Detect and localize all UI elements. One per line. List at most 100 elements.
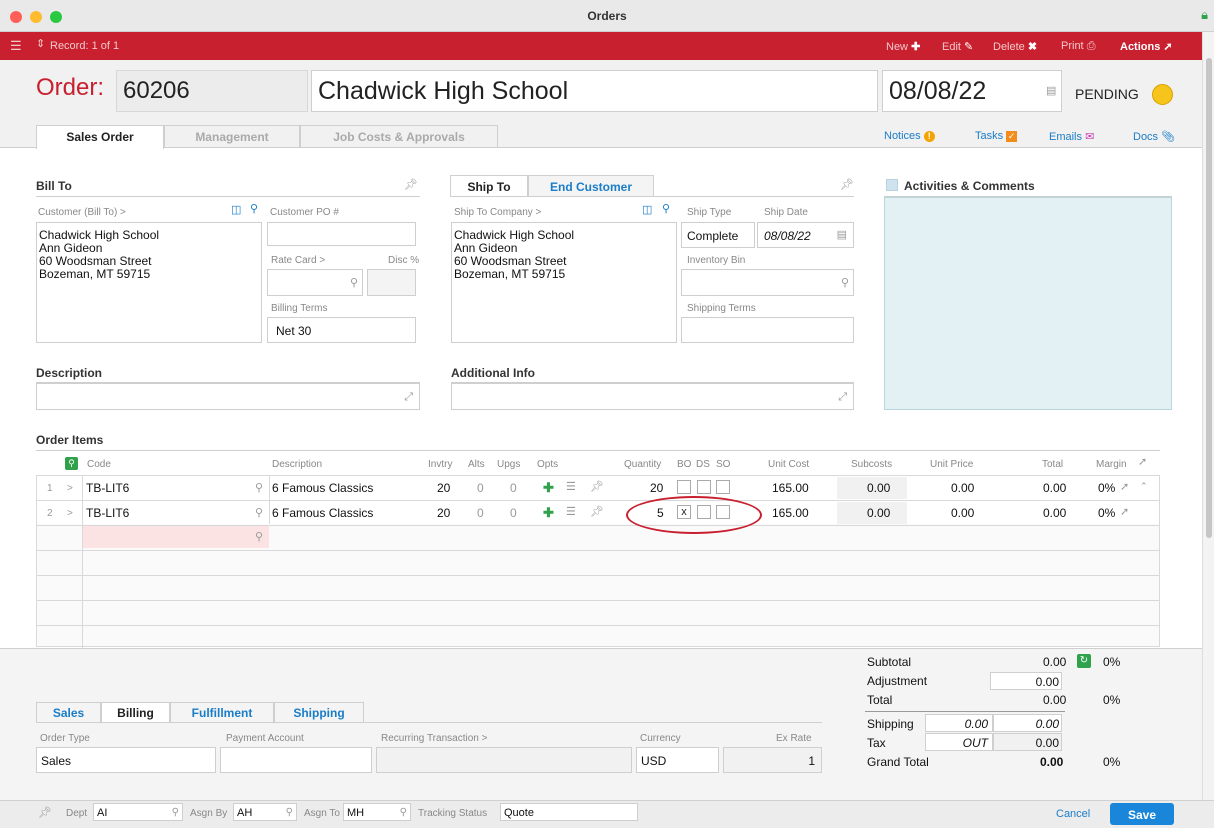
rate-card-label[interactable]: Rate Card > xyxy=(271,255,325,266)
search-icon[interactable]: ⚲ xyxy=(255,483,263,494)
status-indicator-icon[interactable] xyxy=(1152,84,1173,105)
scrollbar-thumb[interactable] xyxy=(1206,58,1212,538)
table-row[interactable]: 2 > TB-LIT6 ⚲ 6 Famous Classics 20 0 0 ✚… xyxy=(0,501,1202,525)
new-item-code-field[interactable]: ⚲ xyxy=(83,526,269,548)
save-button[interactable]: Save xyxy=(1110,803,1174,825)
search-icon[interactable]: ⚲ xyxy=(255,532,263,543)
dept-field[interactable]: AI ⚲ xyxy=(93,803,183,821)
tasks-link[interactable]: Tasks ✓ xyxy=(975,130,1018,142)
add-option-icon[interactable]: ✚ xyxy=(543,506,554,519)
cancel-button[interactable]: Cancel xyxy=(1056,808,1090,820)
pin-icon[interactable]: 📌︎ xyxy=(590,482,604,493)
location-pin-icon[interactable]: ⚲ xyxy=(662,204,670,215)
tab-end-customer[interactable]: End Customer xyxy=(528,175,654,197)
asgn-to-field[interactable]: MH ⚲ xyxy=(343,803,411,821)
item-code[interactable]: TB-LIT6 xyxy=(86,482,129,495)
customer-po-field[interactable] xyxy=(267,222,416,246)
rate-card-field[interactable]: ⚲ xyxy=(267,269,363,296)
item-unit-price[interactable]: 0.00 xyxy=(951,507,974,520)
currency-field[interactable]: USD xyxy=(636,747,719,773)
bo-checkbox[interactable] xyxy=(677,480,691,494)
recurring-field[interactable] xyxy=(376,747,632,773)
item-description[interactable]: 6 Famous Classics xyxy=(272,507,373,520)
print-button[interactable]: Print ⎙ xyxy=(1061,40,1096,53)
tracking-status-field[interactable]: Quote xyxy=(500,803,638,821)
additional-info-field[interactable]: ⤢ xyxy=(451,383,854,410)
ex-rate-field[interactable]: 1 xyxy=(723,747,822,773)
search-icon[interactable]: ⚲ xyxy=(400,807,407,818)
clipboard-icon[interactable]: ◫ xyxy=(231,205,241,216)
adjustment-field[interactable]: 0.00 xyxy=(990,672,1062,690)
tab-sales-order[interactable]: Sales Order xyxy=(36,125,164,149)
shipping-field[interactable]: 0.00 xyxy=(993,714,1062,732)
shipping-terms-field[interactable] xyxy=(681,317,854,343)
calendar-icon[interactable]: ▤ xyxy=(837,230,847,241)
item-unit-price[interactable]: 0.00 xyxy=(951,482,974,495)
recalculate-icon[interactable]: ↻ xyxy=(1077,654,1091,668)
inventory-bin-field[interactable]: ⚲ xyxy=(681,269,854,296)
new-button[interactable]: New ✚ xyxy=(886,40,920,53)
lock-icon[interactable]: 🔒︎ xyxy=(1201,7,1208,23)
emails-link[interactable]: Emails ✉ xyxy=(1049,130,1094,143)
ds-checkbox[interactable] xyxy=(697,480,711,494)
expand-icon[interactable]: ⤢ xyxy=(404,392,413,403)
actions-button[interactable]: Actions ➚ xyxy=(1120,40,1173,53)
record-nav-icon[interactable]: ⇕ xyxy=(36,37,45,50)
table-row[interactable]: 1 > TB-LIT6 ⚲ 6 Famous Classics 20 0 0 ✚… xyxy=(0,476,1202,500)
row-expand-icon[interactable]: > xyxy=(67,507,73,520)
pin-icon[interactable]: 📌︎ xyxy=(38,808,52,819)
item-alts[interactable]: 0 xyxy=(477,507,484,520)
chevron-up-icon[interactable]: ⌃ xyxy=(1140,481,1148,492)
search-icon[interactable]: ⚲ xyxy=(172,807,179,818)
search-icon[interactable]: ⚲ xyxy=(350,278,358,289)
item-alts[interactable]: 0 xyxy=(477,482,484,495)
so-checkbox[interactable] xyxy=(716,480,730,494)
activities-area[interactable] xyxy=(884,197,1172,410)
item-quantity[interactable]: 20 xyxy=(650,482,663,495)
tab-fulfillment[interactable]: Fulfillment xyxy=(170,702,274,723)
ship-to-company-label[interactable]: Ship To Company > xyxy=(454,207,541,218)
disc-field[interactable] xyxy=(367,269,416,296)
order-number-field[interactable]: 60206 xyxy=(116,70,308,112)
ship-to-address-box[interactable]: Chadwick High School Ann Gideon 60 Woods… xyxy=(451,222,677,343)
payment-account-field[interactable] xyxy=(220,747,372,773)
order-type-field[interactable]: Sales xyxy=(36,747,216,773)
docs-link[interactable]: Docs 📎︎ xyxy=(1133,130,1175,143)
item-upgs[interactable]: 0 xyxy=(510,482,517,495)
shipping-rate-field[interactable]: 0.00 xyxy=(925,714,993,732)
item-upgs[interactable]: 0 xyxy=(510,507,517,520)
clipboard-icon[interactable]: ◫ xyxy=(642,205,652,216)
list-icon[interactable]: ☰ xyxy=(566,482,576,493)
delete-button[interactable]: Delete ✖ xyxy=(993,40,1037,53)
item-search-icon[interactable]: ⚲ xyxy=(65,457,78,470)
billing-terms-field[interactable]: Net 30 xyxy=(267,317,416,343)
list-icon[interactable]: ☰ xyxy=(566,507,576,518)
window-scrollbar[interactable] xyxy=(1202,32,1214,800)
recurring-label[interactable]: Recurring Transaction > xyxy=(381,733,487,744)
add-option-icon[interactable]: ✚ xyxy=(543,481,554,494)
location-pin-icon[interactable]: ⚲ xyxy=(250,204,258,215)
tax-code-field[interactable]: OUT xyxy=(925,733,993,751)
ship-date-field[interactable]: 08/08/22 ▤ xyxy=(757,222,854,248)
tab-shipping[interactable]: Shipping xyxy=(274,702,364,723)
order-date-field[interactable]: 08/08/22 xyxy=(882,70,1062,112)
item-unit-cost[interactable]: 165.00 xyxy=(772,507,809,520)
add-activity-icon[interactable] xyxy=(886,179,898,191)
edit-button[interactable]: Edit ✎ xyxy=(942,40,973,53)
tab-job-costs[interactable]: Job Costs & Approvals xyxy=(300,125,498,148)
item-code[interactable]: TB-LIT6 xyxy=(86,507,129,520)
customer-name-field[interactable]: Chadwick High School xyxy=(311,70,878,112)
asgn-by-field[interactable]: AH ⚲ xyxy=(233,803,297,821)
search-icon[interactable]: ⚲ xyxy=(286,807,293,818)
row-action-icon[interactable]: ➚ xyxy=(1120,482,1129,493)
row-expand-icon[interactable]: > xyxy=(67,482,73,495)
item-unit-cost[interactable]: 165.00 xyxy=(772,482,809,495)
tab-ship-to[interactable]: Ship To xyxy=(450,175,528,197)
menu-icon[interactable]: ☰ xyxy=(10,38,22,54)
pin-icon[interactable]: 📌︎ xyxy=(404,180,418,191)
pin-icon[interactable]: 📌︎ xyxy=(590,507,604,518)
pin-icon[interactable]: 📌︎ xyxy=(840,180,854,191)
calendar-icon[interactable]: ▤ xyxy=(1046,86,1056,97)
tab-sales[interactable]: Sales xyxy=(36,702,101,723)
search-icon[interactable]: ⚲ xyxy=(255,508,263,519)
